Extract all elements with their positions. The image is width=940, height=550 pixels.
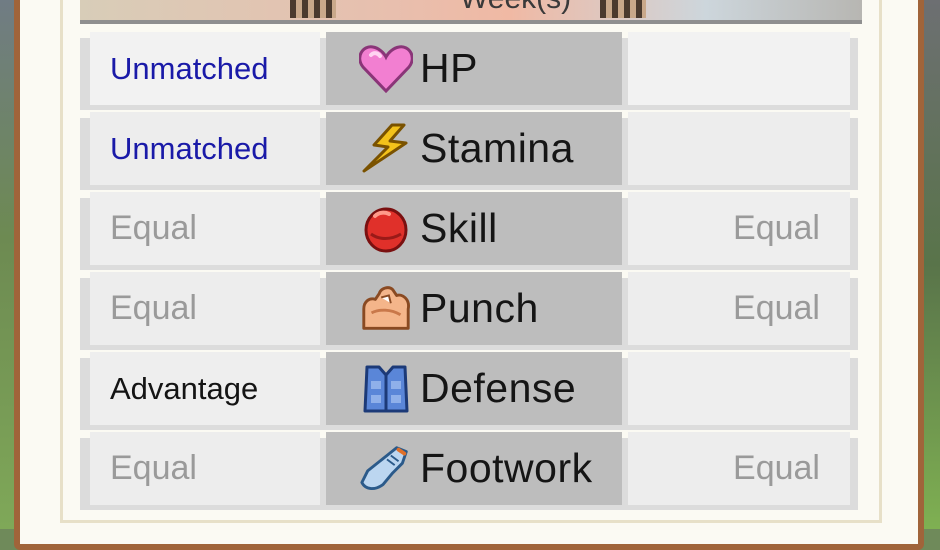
left-rating: Equal: [110, 289, 197, 327]
stat-name-cell: HP: [326, 32, 622, 105]
right-boxer-sprite: [600, 0, 646, 18]
stat-row-defense: Advantage Defense: [80, 352, 858, 425]
stat-label: Defense: [420, 365, 577, 411]
right-rating: Equal: [733, 209, 820, 247]
stat-label: Punch: [420, 285, 539, 331]
boxing-glove-icon: [358, 203, 414, 255]
left-rating-cell: Equal: [90, 432, 320, 505]
header-text: Week(s): [460, 0, 571, 16]
right-rating-cell: [628, 32, 850, 105]
stat-row-skill: Equal Skill Equal: [80, 192, 858, 265]
stat-name-cell: Footwork: [326, 432, 622, 505]
left-rating-cell: Unmatched: [90, 112, 320, 185]
left-rating: Advantage: [110, 370, 259, 406]
right-rating: Equal: [733, 289, 820, 327]
left-rating-cell: Advantage: [90, 352, 320, 425]
sneaker-icon: [358, 443, 414, 495]
stat-label: Skill: [420, 205, 498, 251]
left-rating-cell: Unmatched: [90, 32, 320, 105]
right-rating-cell: Equal: [628, 272, 850, 345]
stat-name-cell: Stamina: [326, 112, 622, 185]
armor-vest-icon: [358, 363, 414, 415]
stat-row-footwork: Equal Footwork Equal: [80, 432, 858, 505]
right-rating: Equal: [733, 449, 820, 487]
stat-name-cell: Defense: [326, 352, 622, 425]
flexed-arm-icon: [358, 283, 414, 335]
stat-label: Footwork: [420, 445, 593, 491]
right-rating-cell: [628, 112, 850, 185]
stat-name-cell: Skill: [326, 192, 622, 265]
stat-label: Stamina: [420, 125, 574, 171]
stat-row-stamina: Unmatched Stamina: [80, 112, 858, 185]
stat-row-hp: Unmatched HP: [80, 32, 858, 105]
left-rating: Equal: [110, 449, 197, 487]
left-rating: Unmatched: [110, 50, 269, 86]
right-rating-cell: [628, 352, 850, 425]
left-rating-cell: Equal: [90, 192, 320, 265]
stat-label: HP: [420, 45, 478, 91]
left-rating-cell: Equal: [90, 272, 320, 345]
right-rating-cell: Equal: [628, 192, 850, 265]
stats-table: Unmatched HP Unmatched Stamina Equal Ski…: [80, 30, 858, 510]
left-boxer-sprite: [290, 0, 336, 18]
lightning-icon: [358, 123, 414, 175]
left-rating: Unmatched: [110, 130, 269, 166]
right-rating-cell: Equal: [628, 432, 850, 505]
heart-icon: [358, 43, 414, 95]
stat-name-cell: Punch: [326, 272, 622, 345]
match-header-strip: Week(s): [80, 0, 862, 24]
stat-row-punch: Equal Punch Equal: [80, 272, 858, 345]
left-rating: Equal: [110, 209, 197, 247]
